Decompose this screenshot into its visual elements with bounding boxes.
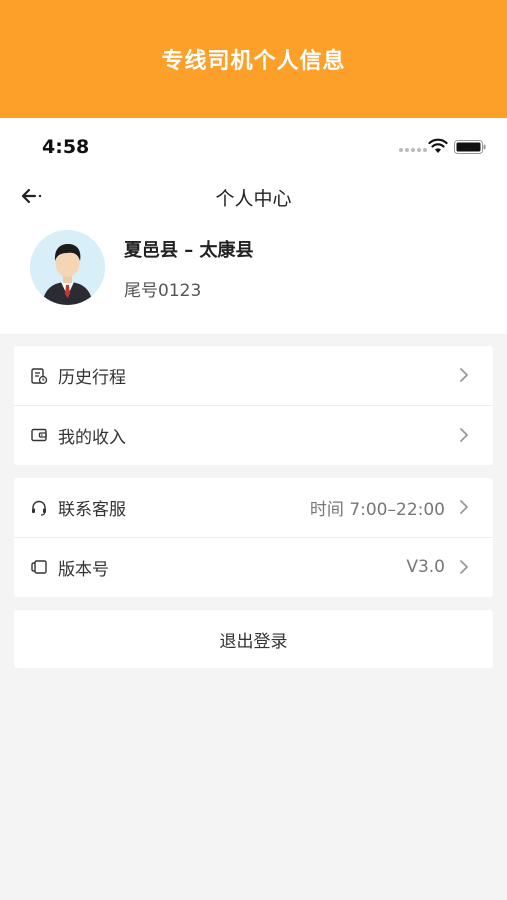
banner-title: 专线司机个人信息 — [161, 49, 346, 74]
menu-card-support: 联系客服 时间 7:00–22:00 版本号 V3.0 — [14, 478, 493, 597]
headset-icon — [32, 500, 46, 516]
logout-card: 退出登录 — [14, 610, 493, 668]
driver-avatar-icon — [30, 230, 105, 305]
service-hours: 时间 7:00–22:00 — [309, 500, 445, 520]
status-bar: 4:58 — [0, 118, 507, 174]
menu-item-history-trips[interactable]: 历史行程 — [14, 346, 493, 405]
menu-item-version[interactable]: 版本号 V3.0 — [14, 537, 493, 596]
chevron-right-icon — [460, 560, 468, 574]
chevron-right-icon — [460, 500, 468, 514]
menu-item-label: 版本号 — [58, 559, 109, 580]
chevron-right-icon — [460, 368, 468, 382]
version-icon — [31, 560, 47, 574]
menu-item-label: 我的收入 — [58, 427, 126, 448]
navigation-bar: 个人中心 — [0, 174, 507, 218]
version-number: V3.0 — [406, 557, 445, 577]
avatar — [30, 230, 105, 305]
logout-button[interactable]: 退出登录 — [14, 610, 493, 668]
menu-item-label: 联系客服 — [58, 500, 126, 520]
plate-number-tail: 尾号0123 — [124, 281, 202, 301]
menu-item-label: 历史行程 — [58, 368, 126, 388]
menu-card-trips: 历史行程 我的收入 — [14, 346, 493, 465]
status-time: 4:58 — [42, 136, 90, 158]
route-name: 夏邑县 – 太康县 — [124, 240, 254, 261]
menu-item-my-income[interactable]: 我的收入 — [14, 405, 493, 464]
page-title: 个人中心 — [215, 188, 292, 210]
signal-icon — [399, 148, 427, 152]
wifi-icon — [428, 138, 448, 153]
menu-item-customer-service[interactable]: 联系客服 时间 7:00–22:00 — [14, 478, 493, 537]
app-banner: 专线司机个人信息 — [0, 0, 507, 118]
profile-header: 夏邑县 – 太康县 尾号0123 — [0, 226, 507, 308]
chevron-right-icon — [460, 428, 468, 442]
wallet-icon — [31, 428, 47, 442]
battery-icon — [454, 140, 486, 154]
history-icon — [31, 367, 48, 384]
